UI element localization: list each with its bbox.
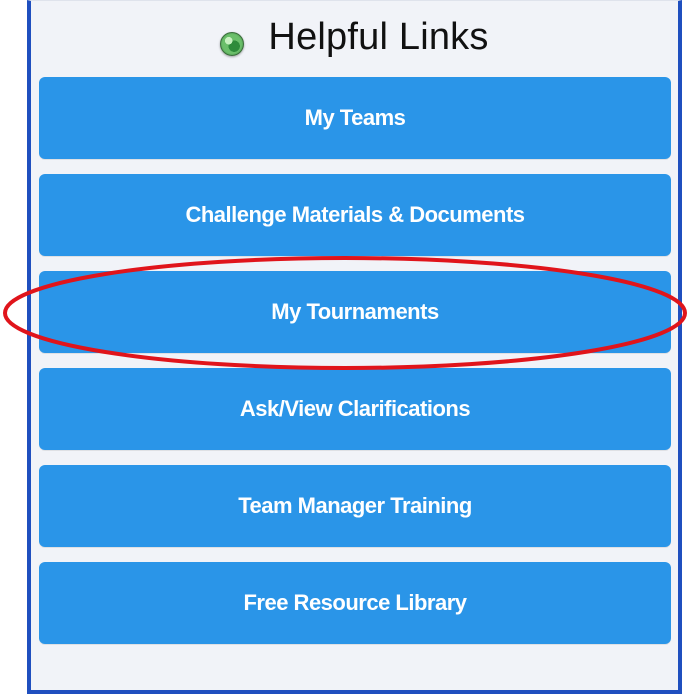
panel-title: Helpful Links [268,15,489,58]
globe-icon [220,32,245,56]
links-list: My Teams Challenge Materials & Documents… [39,77,671,659]
ask-view-clarifications-button[interactable]: Ask/View Clarifications [39,368,671,450]
free-resource-library-button[interactable]: Free Resource Library [39,562,671,644]
helpful-links-panel: Helpful Links My Teams Challenge Materia… [27,0,682,694]
panel-header: Helpful Links [31,9,678,69]
my-tournaments-button[interactable]: My Tournaments [39,271,671,353]
screenshot-stage: Helpful Links My Teams Challenge Materia… [0,0,689,694]
my-teams-button[interactable]: My Teams [39,77,671,159]
challenge-materials-button[interactable]: Challenge Materials & Documents [39,174,671,256]
team-manager-training-button[interactable]: Team Manager Training [39,465,671,547]
